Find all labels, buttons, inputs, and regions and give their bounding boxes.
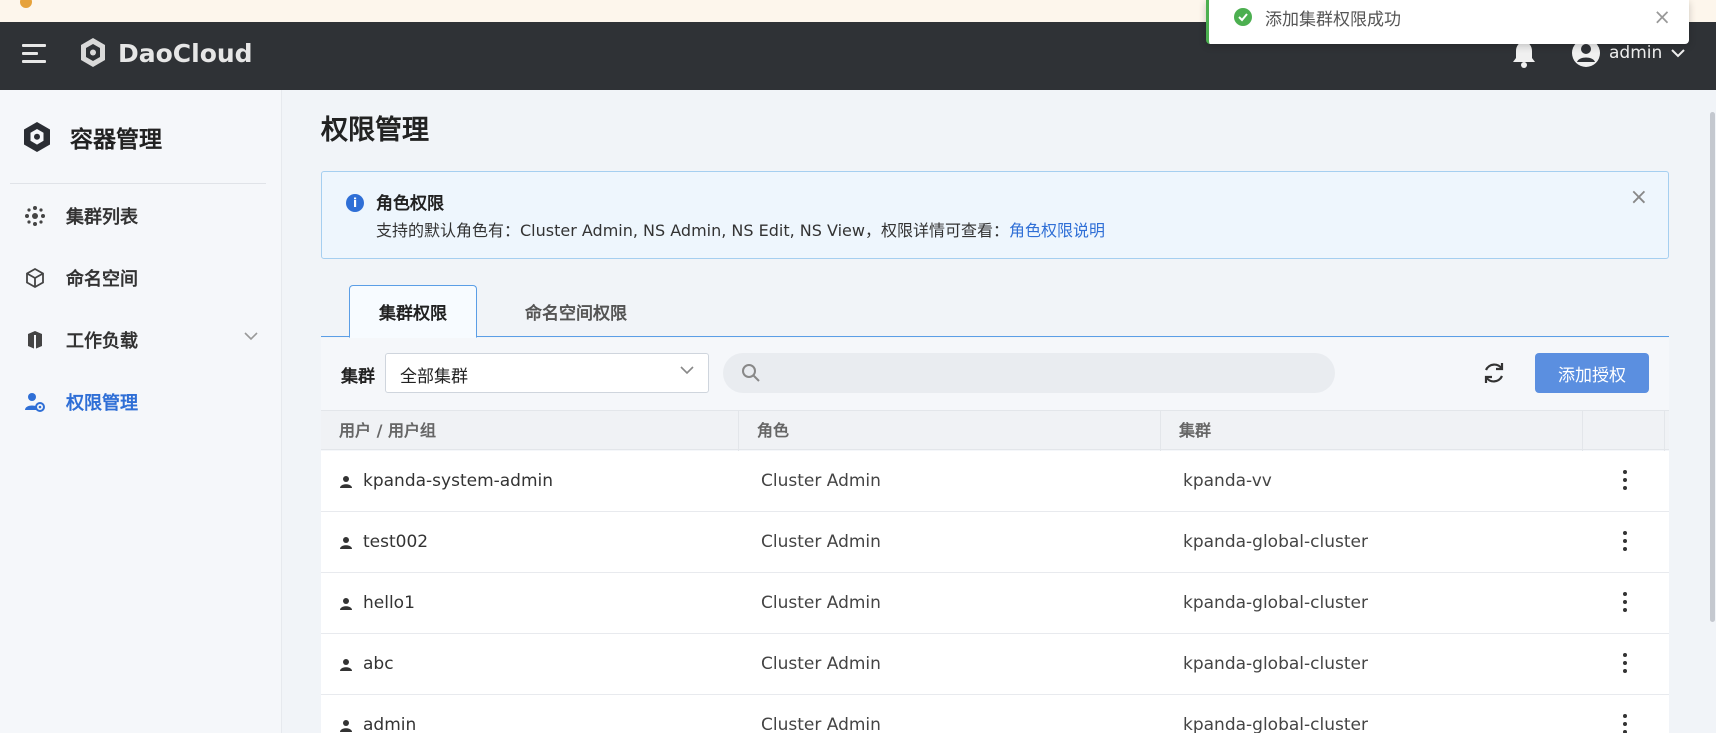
role-cell: Cluster Admin <box>761 593 881 613</box>
user-cell: abc <box>339 634 394 695</box>
daocloud-logo-icon <box>81 38 105 67</box>
sidebar: 容器管理 集群列表 命名空间 工作负载 权限管理 <box>0 90 282 733</box>
sidebar-item-workloads[interactable]: 工作负载 <box>24 320 272 360</box>
chevron-down-icon <box>244 332 258 341</box>
success-toast: 添加集群权限成功 × <box>1206 0 1689 44</box>
table-header: 用户 / 用户组 角色 集群 <box>321 410 1669 451</box>
user-name: kpanda-system-admin <box>363 471 554 491</box>
role-permission-link[interactable]: 角色权限说明 <box>1009 221 1105 240</box>
cluster-cell: kpanda-global-cluster <box>1183 593 1368 613</box>
user-icon <box>340 597 352 610</box>
refresh-icon[interactable] <box>1481 360 1507 390</box>
tab-namespace-permissions[interactable]: 命名空间权限 <box>491 285 661 338</box>
sidebar-item-label: 工作负载 <box>66 331 138 352</box>
user-cell: test002 <box>339 512 428 573</box>
role-cell: Cluster Admin <box>761 654 881 674</box>
tab-cluster-permissions[interactable]: 集群权限 <box>349 285 477 338</box>
sidebar-item-permissions[interactable]: 权限管理 <box>24 382 272 422</box>
sidebar-header: 容器管理 <box>20 120 162 154</box>
warning-icon <box>20 0 32 8</box>
cluster-cell: kpanda-global-cluster <box>1183 715 1368 733</box>
cluster-cell: kpanda-global-cluster <box>1183 654 1368 674</box>
close-icon[interactable]: × <box>1630 185 1648 210</box>
cluster-select[interactable]: 全部集群 <box>385 353 709 393</box>
more-actions-icon[interactable] <box>1623 653 1629 677</box>
check-circle-icon <box>1234 8 1252 26</box>
more-actions-icon[interactable] <box>1623 714 1629 733</box>
cluster-cell: kpanda-vv <box>1183 471 1272 491</box>
table-row[interactable]: kpanda-system-admin Cluster Admin kpanda… <box>321 451 1669 512</box>
column-header-user: 用户 / 用户组 <box>321 411 739 451</box>
workload-icon <box>28 331 42 349</box>
user-cell: admin <box>339 695 416 733</box>
sidebar-item-label: 命名空间 <box>66 269 138 290</box>
menu-toggle-icon[interactable] <box>22 44 46 66</box>
page-title: 权限管理 <box>321 115 429 146</box>
alert-description-text: 支持的默认角色有：Cluster Admin, NS Admin, NS Edi… <box>376 221 1009 240</box>
info-icon: i <box>346 194 364 212</box>
user-cell: hello1 <box>339 573 415 634</box>
more-actions-icon[interactable] <box>1623 592 1629 616</box>
more-actions-icon[interactable] <box>1623 531 1629 555</box>
scrollbar-thumb[interactable] <box>1710 112 1715 622</box>
role-cell: Cluster Admin <box>761 715 881 733</box>
page-scrollbar[interactable] <box>1708 90 1716 733</box>
sidebar-item-label: 集群列表 <box>66 207 138 228</box>
cluster-filter-label: 集群 <box>341 367 375 387</box>
permission-panel: 集群 全部集群 添加授权 用户 / 用户组 角色 集群 kpanda-syste… <box>321 338 1669 733</box>
cluster-select-value: 全部集群 <box>400 367 468 387</box>
add-authorization-button[interactable]: 添加授权 <box>1535 353 1649 393</box>
sidebar-item-clusters[interactable]: 集群列表 <box>24 196 272 236</box>
user-icon <box>340 475 352 488</box>
permission-tabs: 集群权限 命名空间权限 <box>321 285 1669 338</box>
permission-icon <box>25 393 45 412</box>
user-name: hello1 <box>363 593 415 613</box>
search-input[interactable] <box>723 353 1335 393</box>
sidebar-divider <box>10 183 266 184</box>
role-cell: Cluster Admin <box>761 471 881 491</box>
sidebar-item-label: 权限管理 <box>66 393 138 414</box>
table-row[interactable]: admin Cluster Admin kpanda-global-cluste… <box>321 695 1669 733</box>
user-name: abc <box>363 654 394 674</box>
table-row[interactable]: abc Cluster Admin kpanda-global-cluster <box>321 634 1669 695</box>
user-icon <box>340 658 352 671</box>
column-header-cluster: 集群 <box>1161 411 1583 451</box>
user-cell: kpanda-system-admin <box>339 451 553 512</box>
role-cell: Cluster Admin <box>761 532 881 552</box>
more-actions-icon[interactable] <box>1623 470 1629 494</box>
user-name: admin <box>363 715 417 733</box>
sidebar-item-namespaces[interactable]: 命名空间 <box>24 258 272 298</box>
column-header-actions <box>1583 411 1665 451</box>
alert-title: 角色权限 <box>376 194 444 214</box>
container-management-icon <box>24 122 50 152</box>
chevron-down-icon <box>680 366 694 375</box>
user-icon <box>340 719 352 732</box>
username: admin <box>1609 43 1663 63</box>
column-header-role: 角色 <box>739 411 1161 451</box>
chevron-down-icon <box>1671 49 1685 58</box>
info-alert: i 角色权限 支持的默认角色有：Cluster Admin, NS Admin,… <box>321 171 1669 259</box>
sidebar-title: 容器管理 <box>70 127 162 153</box>
user-icon <box>340 536 352 549</box>
toast-message: 添加集群权限成功 <box>1265 10 1401 30</box>
notification-bell-icon[interactable] <box>1511 40 1537 72</box>
cluster-cell: kpanda-global-cluster <box>1183 532 1368 552</box>
namespace-icon <box>26 267 44 289</box>
alert-description: 支持的默认角色有：Cluster Admin, NS Admin, NS Edi… <box>376 217 1105 241</box>
close-icon[interactable]: × <box>1653 5 1671 29</box>
cluster-icon <box>25 206 45 226</box>
table-row[interactable]: test002 Cluster Admin kpanda-global-clus… <box>321 512 1669 573</box>
brand-logo[interactable]: DaoCloud <box>76 36 253 70</box>
search-icon <box>742 364 760 382</box>
user-name: test002 <box>363 532 429 552</box>
table-row[interactable]: hello1 Cluster Admin kpanda-global-clust… <box>321 573 1669 634</box>
brand-name: DaoCloud <box>118 38 253 68</box>
